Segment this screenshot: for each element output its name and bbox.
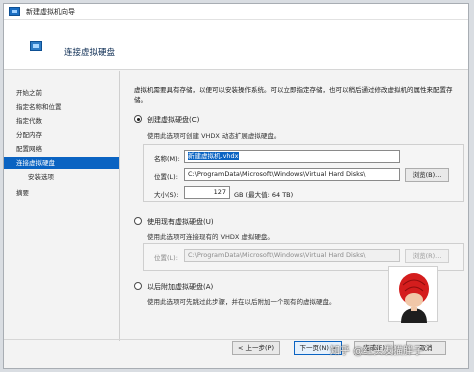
create-disk-hint: 使用此选项可创建 VHDX 动态扩展虚拟硬盘。 xyxy=(147,132,281,140)
disk-size-label: 大小(S): xyxy=(154,191,179,199)
browse-existing-button[interactable]: 浏览(R)... xyxy=(405,249,449,263)
previous-button[interactable]: < 上一步(P) xyxy=(232,341,280,355)
existing-disk-label[interactable]: 使用现有虚拟硬盘(U) xyxy=(147,217,214,227)
sidebar-item-install-options[interactable]: 安装选项 xyxy=(4,171,119,183)
wizard-steps-sidebar: 开始之前 指定名称和位置 指定代数 分配内存 配置网络 连接虚拟硬盘 安装选项 … xyxy=(4,71,120,341)
create-disk-radio[interactable] xyxy=(134,115,142,123)
sidebar-item-generation[interactable]: 指定代数 xyxy=(4,115,119,127)
wizard-header: 连接虚拟硬盘 xyxy=(4,20,468,70)
title-bar: 新建虚拟机向导 xyxy=(4,4,468,20)
existing-location-label: 位置(L): xyxy=(154,254,178,262)
browse-location-button[interactable]: 浏览(B)... xyxy=(405,168,449,182)
virtual-disk-icon xyxy=(30,41,42,51)
hyper-v-app-icon xyxy=(9,7,20,16)
sidebar-item-memory[interactable]: 分配内存 xyxy=(4,129,119,141)
page-description: 虚拟机需要具有存储，以便可以安装操作系统。可以立即指定存储，也可以稍后通过修改虚… xyxy=(134,86,453,104)
disk-name-label: 名称(M): xyxy=(154,155,180,163)
existing-location-input[interactable]: C:\ProgramData\Microsoft\Windows\Virtual… xyxy=(184,249,400,262)
sidebar-item-summary[interactable]: 摘要 xyxy=(4,187,119,199)
page-title: 连接虚拟硬盘 xyxy=(64,48,116,58)
create-disk-label[interactable]: 创建虚拟硬盘(C) xyxy=(147,115,199,125)
disk-size-unit: GB (最大值: 64 TB) xyxy=(234,191,294,199)
sidebar-item-before-you-begin[interactable]: 开始之前 xyxy=(4,87,119,99)
existing-disk-hint: 使用此选项可连接现有的 VHDX 虚拟硬盘。 xyxy=(147,233,274,241)
disk-size-input[interactable]: 127 xyxy=(184,186,230,199)
disk-location-label: 位置(L): xyxy=(154,173,178,181)
attach-later-hint: 使用此选项可先跳过此步骤，并在以后附加一个现有的虚拟硬盘。 xyxy=(147,298,336,306)
watermark: 知乎 @红头发猫胖子 xyxy=(330,346,424,357)
sidebar-item-name-location[interactable]: 指定名称和位置 xyxy=(4,101,119,113)
attach-later-radio[interactable] xyxy=(134,282,142,290)
create-disk-group: 名称(M): 新建虚拟机.vhdx 位置(L): C:\ProgramData\… xyxy=(143,144,464,202)
sidebar-item-virtual-disk[interactable]: 连接虚拟硬盘 xyxy=(4,157,119,169)
footer-divider xyxy=(4,339,468,340)
disk-location-input[interactable]: C:\ProgramData\Microsoft\Windows\Virtual… xyxy=(184,168,400,181)
window-title: 新建虚拟机向导 xyxy=(26,8,75,16)
disk-name-value: 新建虚拟机.vhdx xyxy=(188,152,239,160)
disk-name-input[interactable]: 新建虚拟机.vhdx xyxy=(184,150,400,163)
existing-disk-radio[interactable] xyxy=(134,217,142,225)
sidebar-item-network[interactable]: 配置网络 xyxy=(4,143,119,155)
red-hair-avatar-icon xyxy=(399,273,429,323)
avatar xyxy=(388,266,438,323)
attach-later-label[interactable]: 以后附加虚拟硬盘(A) xyxy=(147,282,213,292)
